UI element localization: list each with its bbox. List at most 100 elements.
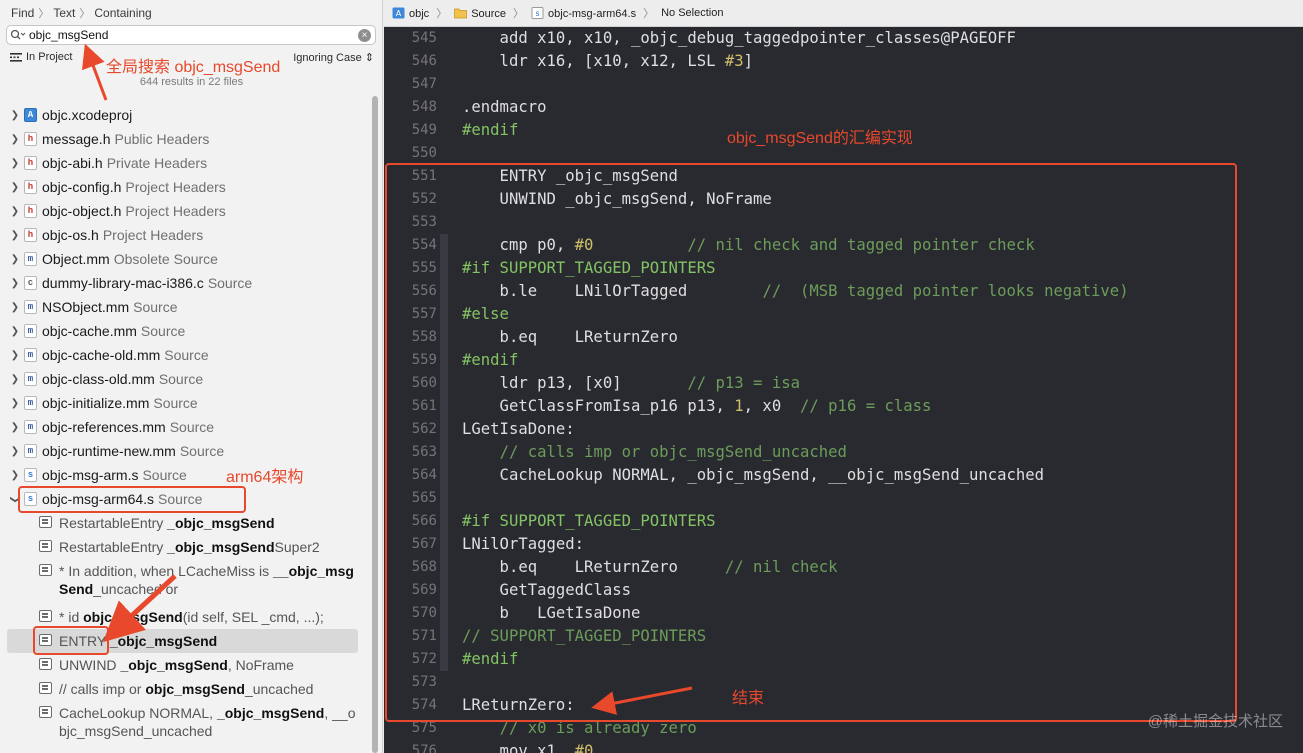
search-icon[interactable] bbox=[7, 26, 29, 44]
disclosure-right-icon[interactable]: ❯ bbox=[10, 446, 20, 457]
file-group: Source bbox=[140, 323, 186, 339]
file-row[interactable]: ❯ m objc-cache-old.mm Source bbox=[0, 343, 372, 367]
m-file-icon: m bbox=[24, 300, 37, 314]
file-row[interactable]: ❯ m Object.mm Obsolete Source bbox=[0, 247, 372, 271]
result-line-icon bbox=[39, 516, 52, 528]
file-group: Source bbox=[164, 347, 209, 363]
disclosure-right-icon[interactable]: ❯ bbox=[10, 470, 20, 481]
disclosure-right-icon[interactable]: ❯ bbox=[10, 158, 20, 169]
disclosure-right-icon[interactable]: ❯ bbox=[10, 374, 20, 385]
file-row[interactable]: ❯ h message.h Public Headers bbox=[0, 127, 372, 151]
xcodeproj-icon: A bbox=[392, 7, 405, 18]
h-file-icon: h bbox=[24, 132, 37, 146]
h-file-icon: h bbox=[24, 204, 37, 218]
highlight-box-arm64-file bbox=[18, 486, 246, 513]
navigator-scrollbar[interactable] bbox=[372, 96, 379, 753]
file-group: Source bbox=[169, 419, 215, 435]
code-line[interactable]: 545 add x10, x10, _objc_debug_taggedpoin… bbox=[384, 27, 1303, 50]
code-text: ldr x16, [x10, x12, LSL #3] bbox=[462, 52, 754, 70]
scope-selector[interactable]: In Project bbox=[10, 51, 72, 63]
file-row[interactable]: ❯ c dummy-library-mac-i386.c Source bbox=[0, 271, 372, 295]
file-row[interactable]: ❯ m objc-class-old.mm Source bbox=[0, 367, 372, 391]
code-line[interactable]: 548 .endmacro bbox=[384, 96, 1303, 119]
jump-folder[interactable]: Source bbox=[454, 7, 506, 20]
file-group: Source bbox=[207, 275, 253, 291]
file-row[interactable]: ❯ m objc-cache.mm Source bbox=[0, 319, 372, 343]
file-name: objc-references.mm bbox=[42, 419, 166, 435]
disclosure-right-icon[interactable]: ❯ bbox=[10, 182, 20, 193]
code-line[interactable]: 576 mov x1, #0 bbox=[384, 740, 1303, 753]
search-result-row[interactable]: UNWIND _objc_msgSend, NoFrame bbox=[0, 653, 372, 677]
result-line-icon bbox=[39, 658, 52, 670]
search-field[interactable]: × bbox=[6, 25, 376, 45]
disclosure-right-icon[interactable]: ❯ bbox=[10, 326, 20, 337]
disclosure-right-icon[interactable]: ❯ bbox=[10, 302, 20, 313]
find-mode[interactable]: Find bbox=[11, 6, 34, 20]
disclosure-right-icon[interactable]: ❯ bbox=[10, 398, 20, 409]
code-line[interactable]: 546 ldr x16, [x10, x12, LSL #3] bbox=[384, 50, 1303, 73]
file-row[interactable]: ❯ s objc-msg-arm.s Source bbox=[0, 463, 372, 487]
result-text: RestartableEntry _objc_msgSend bbox=[59, 515, 275, 531]
file-row[interactable]: ❯ m objc-references.mm Source bbox=[0, 415, 372, 439]
disclosure-right-icon[interactable]: ❯ bbox=[10, 278, 20, 289]
result-text: UNWIND _objc_msgSend, NoFrame bbox=[59, 657, 294, 673]
file-row[interactable]: ❯ m objc-initialize.mm Source bbox=[0, 391, 372, 415]
file-row[interactable]: ❯ h objc-config.h Project Headers bbox=[0, 175, 372, 199]
file-group: Source bbox=[133, 299, 178, 315]
find-type[interactable]: Text bbox=[53, 6, 75, 20]
jump-project[interactable]: Aobjc bbox=[392, 7, 429, 20]
line-number: 545 bbox=[411, 30, 437, 46]
case-sensitivity-popup[interactable]: Ignoring Case ⇕ bbox=[293, 51, 374, 64]
assembly-file-icon: s bbox=[531, 6, 544, 19]
m-file-icon: m bbox=[24, 396, 37, 410]
file-group: Source bbox=[153, 395, 198, 411]
chevron-right-icon: 〉 bbox=[643, 8, 655, 20]
disclosure-right-icon[interactable]: ❯ bbox=[10, 110, 20, 121]
jump-selection[interactable]: No Selection bbox=[661, 7, 723, 19]
search-result-row[interactable]: RestartableEntry _objc_msgSendSuper2 bbox=[0, 535, 372, 559]
disclosure-right-icon[interactable]: ❯ bbox=[10, 350, 20, 361]
highlight-box-entry bbox=[33, 626, 109, 655]
disclosure-right-icon[interactable]: ❯ bbox=[10, 230, 20, 241]
file-row[interactable]: ❯ Aobjc.xcodeproj bbox=[0, 103, 372, 127]
disclosure-right-icon[interactable]: ❯ bbox=[10, 254, 20, 265]
file-group: Public Headers bbox=[114, 131, 210, 147]
clear-search-icon[interactable]: × bbox=[358, 28, 371, 42]
file-name: objc-object.h bbox=[42, 203, 122, 219]
scrollbar-thumb[interactable] bbox=[372, 96, 378, 753]
disclosure-right-icon[interactable]: ❯ bbox=[10, 422, 20, 433]
xcodeproj-icon: A bbox=[24, 108, 37, 122]
code-text: mov x1, #0 bbox=[462, 742, 594, 753]
file-row[interactable]: ❯ h objc-os.h Project Headers bbox=[0, 223, 372, 247]
result-line-icon bbox=[39, 564, 52, 576]
file-group: Project Headers bbox=[125, 203, 226, 219]
code-text: #endif bbox=[462, 121, 519, 139]
file-row[interactable]: ❯ h objc-object.h Project Headers bbox=[0, 199, 372, 223]
file-name: objc-class-old.mm bbox=[42, 371, 155, 387]
jump-file[interactable]: s objc-msg-arm64.s bbox=[531, 6, 636, 20]
m-file-icon: m bbox=[24, 324, 37, 338]
find-match-style[interactable]: Containing bbox=[94, 6, 151, 20]
m-file-icon: m bbox=[24, 420, 37, 434]
disclosure-right-icon[interactable]: ❯ bbox=[10, 206, 20, 217]
file-group: Source bbox=[179, 443, 225, 459]
file-name: dummy-library-mac-i386.c bbox=[42, 275, 204, 291]
search-input[interactable] bbox=[29, 28, 358, 42]
search-result-row[interactable]: * In addition, when LCacheMiss is __objc… bbox=[0, 559, 372, 605]
file-row[interactable]: ❯ h objc-abi.h Private Headers bbox=[0, 151, 372, 175]
file-name: objc-os.h bbox=[42, 227, 99, 243]
result-text: * In addition, when LCacheMiss is __objc… bbox=[59, 563, 354, 597]
code-line[interactable]: 547 bbox=[384, 73, 1303, 96]
highlight-box-implementation bbox=[385, 163, 1237, 722]
scope-label: In Project bbox=[26, 51, 73, 63]
search-result-row[interactable]: RestartableEntry _objc_msgSend bbox=[0, 511, 372, 535]
result-text: * id objc_msgSend(id self, SEL _cmd, ...… bbox=[59, 609, 324, 625]
file-row[interactable]: ❯ m objc-runtime-new.mm Source bbox=[0, 439, 372, 463]
file-group: Source bbox=[158, 371, 204, 387]
search-result-row[interactable]: CacheLookup NORMAL, _objc_msgSend, __obj… bbox=[0, 701, 372, 747]
search-result-row[interactable]: // calls imp or objc_msgSend_uncached bbox=[0, 677, 372, 701]
disclosure-right-icon[interactable]: ❯ bbox=[10, 134, 20, 145]
file-name: objc-config.h bbox=[42, 179, 122, 195]
result-line-icon bbox=[39, 682, 52, 694]
file-row[interactable]: ❯ m NSObject.mm Source bbox=[0, 295, 372, 319]
